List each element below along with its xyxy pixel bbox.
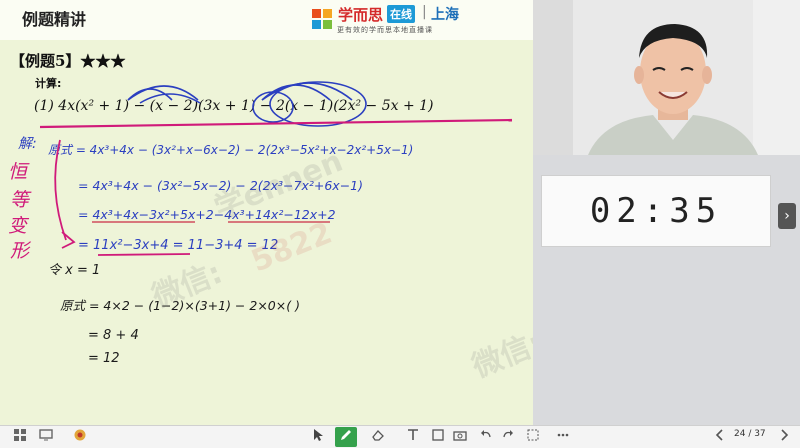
solution-line: = 4x³+4x−3x²+5x+2−4x³+14x²−12x+2: [78, 207, 336, 222]
text-icon: [408, 429, 418, 440]
chevron-right-icon: [781, 429, 789, 441]
toolbar-redo-button[interactable]: [500, 428, 516, 446]
teacher-video: [533, 0, 800, 155]
redo-icon: [503, 430, 513, 438]
substitution-note: 令 x = 1: [48, 263, 100, 278]
transform-arrow: [61, 231, 76, 249]
next-page-button[interactable]: [776, 428, 792, 446]
toolbar-undo-button[interactable]: [478, 428, 494, 446]
check-line: 原式 = 4×2 − (1−2)×(3+1) − 2×0×( ): [60, 298, 300, 313]
toolbar-cursor-button[interactable]: [310, 428, 326, 446]
whiteboard[interactable]: 例题精讲 学而思 在线 | 上海 更有效的学而思本地直播课 【例题5】★★★ 计…: [0, 0, 547, 425]
eraser-icon: [372, 430, 384, 441]
side-note-char: 恒: [8, 161, 30, 183]
panel-toggle-button[interactable]: ›: [778, 203, 796, 229]
shape-icon: [432, 429, 444, 441]
toolbar-shape-button[interactable]: [430, 428, 446, 446]
more-icon: [557, 433, 569, 437]
solution-line: = 11x²−3x+4 = 11−3+4 = 12: [78, 238, 278, 253]
prev-page-button[interactable]: [712, 428, 728, 446]
bottom-toolbar: 24 / 37: [0, 425, 800, 448]
result-underline: [97, 253, 191, 256]
toolbar-eraser-button[interactable]: [370, 428, 386, 446]
screen: 例题精讲 学而思 在线 | 上海 更有效的学而思本地直播课 【例题5】★★★ 计…: [0, 0, 800, 448]
toolbar-courseware-button[interactable]: [38, 428, 54, 446]
toolbar-replay-button[interactable]: [72, 428, 88, 446]
select-icon: [527, 429, 539, 441]
chevron-left-icon: [715, 429, 723, 441]
toolbar-catalog-button[interactable]: [12, 428, 28, 446]
side-note-char: 变: [8, 215, 30, 237]
side-note-char: 形: [10, 240, 32, 262]
cursor-icon: [314, 429, 323, 441]
solution-label: 解:: [18, 136, 37, 152]
check-line: = 12: [88, 351, 120, 366]
toolbar-text-button[interactable]: [405, 428, 421, 446]
timer-panel: 02:35 ›: [533, 155, 800, 425]
teacher-portrait: [533, 0, 800, 155]
ink-layer: 恒 等 变 形 解: 原式 = 4x³+4x − (3x²+x−6x−2) − …: [8, 81, 513, 366]
page-indicator: 24 / 37: [734, 429, 766, 439]
expansion-arcs: [127, 81, 367, 127]
solution-line: = 4x³+4x − (3x²−5x−2) − 2(2x³−7x²+6x−1): [78, 178, 363, 193]
pen-icon: [341, 430, 351, 440]
undo-icon: [481, 430, 491, 438]
check-line: = 8 + 4: [88, 328, 139, 343]
toolbar-more-button[interactable]: [555, 428, 571, 446]
toolbar-select-button[interactable]: [525, 428, 541, 446]
camera-icon: [453, 431, 467, 441]
timer-value: 02:35: [589, 191, 723, 231]
toolbar-screenshot-button[interactable]: [452, 428, 468, 446]
toolbar-pen-button[interactable]: [338, 428, 354, 446]
screen-icon: [39, 429, 53, 441]
grid-icon: [14, 429, 26, 441]
record-icon: [74, 429, 86, 441]
solution-line: 原式 = 4x³+4x − (3x²+x−6x−2) − 2(2x³−5x²+x…: [48, 143, 413, 157]
side-note-char: 等: [10, 189, 32, 211]
countdown-timer: 02:35: [541, 175, 771, 247]
